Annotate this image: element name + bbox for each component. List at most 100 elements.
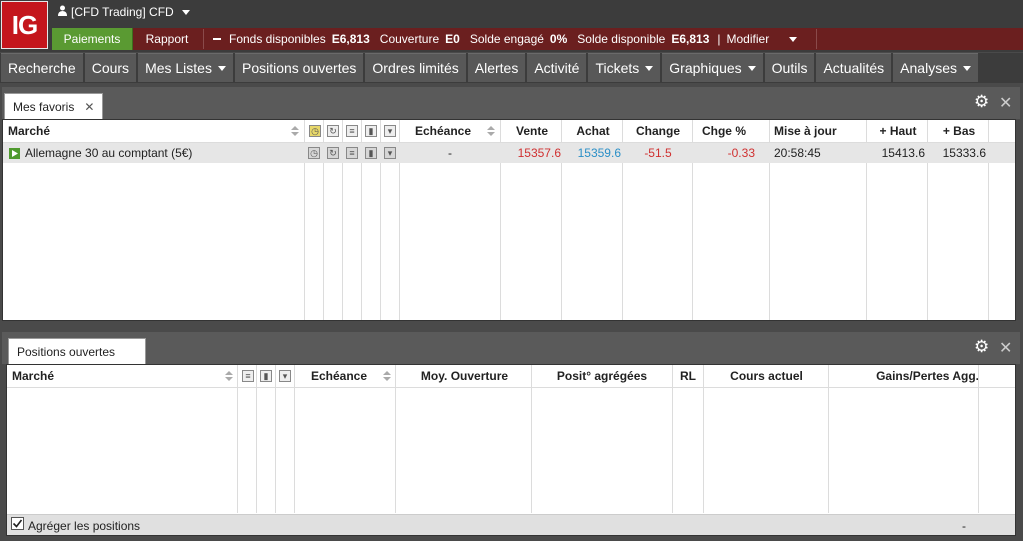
divider (203, 29, 204, 49)
tab-favorites[interactable]: Mes favoris ✕ (4, 93, 104, 119)
col-aggregated[interactable]: Posit° agrégées (532, 369, 672, 383)
nav-item-outils[interactable]: Outils (764, 53, 815, 82)
gear-icon[interactable]: ⚙ (974, 92, 989, 112)
nav-item-label: Recherche (8, 60, 76, 76)
committed-value: 0% (549, 32, 568, 46)
close-tab-icon[interactable]: ✕ (84, 100, 94, 114)
nav-item-label: Graphiques (669, 60, 742, 76)
chart-icon[interactable]: ▮ (365, 147, 377, 159)
nav-item-ordres-limit-s[interactable]: Ordres limités (365, 53, 466, 82)
aggregate-checkbox[interactable] (11, 517, 24, 530)
col-updated[interactable]: Mise à jour (774, 124, 837, 138)
divider (816, 29, 817, 49)
nav-item-cours[interactable]: Cours (84, 53, 137, 82)
chart-icon[interactable]: ▮ (260, 370, 272, 382)
account-selector[interactable]: [CFD Trading] CFD (58, 5, 190, 19)
col-expiry[interactable]: Echéance (403, 124, 483, 138)
chevron-down-icon (962, 65, 971, 71)
nav-item-label: Alertes (474, 60, 519, 76)
col-market[interactable]: Marché (8, 124, 50, 138)
alert-icon[interactable]: ◷ (309, 125, 321, 137)
account-label: [CFD Trading] CFD (71, 5, 174, 19)
available-funds-label: Fonds disponibles (229, 32, 326, 46)
col-rl[interactable]: RL (672, 369, 704, 383)
funds-summary: Fonds disponibles E6,813 Couverture E0 S… (213, 28, 798, 50)
user-icon (58, 5, 67, 19)
close-icon[interactable]: ✕ (999, 338, 1012, 358)
refresh-icon[interactable]: ↻ (327, 147, 339, 159)
close-icon[interactable]: ✕ (999, 93, 1012, 113)
main-nav: Recherche Cours Mes Listes Positions ouvert… (0, 53, 1023, 83)
gear-icon[interactable]: ⚙ (974, 337, 989, 357)
col-pnl[interactable]: Gains/Pertes Agg. (829, 369, 979, 383)
row-low: 15333.6 (942, 146, 986, 160)
committed-label: Solde engagé (469, 32, 544, 46)
chevron-down-icon (181, 9, 190, 15)
available-balance-value: E6,813 (671, 32, 710, 46)
details-icon[interactable]: ≡ (346, 125, 358, 137)
tab-label: Positions ouvertes (17, 344, 116, 359)
chevron-down-icon[interactable] (789, 36, 798, 42)
chevron-down-icon (747, 65, 756, 71)
ig-logo: IG (1, 1, 48, 49)
modify-button[interactable]: Modifier (727, 32, 770, 46)
col-change[interactable]: Change (623, 124, 693, 138)
favorites-table: Marché ◷ ↻ ≡ ▮ ▾ Echéance Vente Achat Ch… (2, 119, 1016, 321)
nav-item-label: Outils (771, 60, 808, 76)
nav-item-mes-listes[interactable]: Mes Listes (138, 53, 233, 82)
col-buy[interactable]: Achat (563, 124, 623, 138)
nav-item-tickets[interactable]: Tickets (588, 53, 661, 82)
col-market[interactable]: Marché (12, 369, 54, 383)
payments-button[interactable]: Paiements (52, 28, 133, 50)
col-current[interactable]: Cours actuel (704, 369, 829, 383)
aggregate-label[interactable]: Agréger les positions (28, 519, 140, 533)
tab-positions[interactable]: Positions ouvertes (8, 338, 146, 364)
refresh-icon[interactable]: ↻ (327, 125, 339, 137)
nav-item-activit[interactable]: Activité (527, 53, 587, 82)
details-icon[interactable]: ≡ (346, 147, 358, 159)
favorites-panel-header (2, 87, 1020, 119)
nav-item-label: Cours (91, 60, 130, 76)
details-icon[interactable]: ≡ (242, 370, 254, 382)
nav-item-positions-ouvertes[interactable]: Positions ouvertes (234, 53, 364, 82)
nav-item-graphiques[interactable]: Graphiques (662, 53, 763, 82)
positions-footer (7, 514, 1015, 535)
nav-item-alertes[interactable]: Alertes (467, 53, 526, 82)
margin-label: Couverture (379, 32, 440, 46)
dropdown-icon[interactable]: ▾ (384, 125, 396, 137)
col-change-pct[interactable]: Chge % (693, 124, 755, 138)
dropdown-icon[interactable]: ▾ (384, 147, 396, 159)
col-high[interactable]: + Haut (867, 124, 929, 138)
row-buy[interactable]: 15359.6 (562, 146, 621, 160)
nav-item-label: Tickets (595, 60, 640, 76)
row-change-pct: -0.33 (727, 146, 755, 160)
nav-item-label: Activité (534, 60, 580, 76)
row-market[interactable]: Allemagne 30 au comptant (5€) (25, 146, 192, 160)
col-sell[interactable]: Vente (501, 124, 563, 138)
footer-total: - (962, 519, 966, 533)
dropdown-icon[interactable]: ▾ (279, 370, 291, 382)
pipe-separator: | (717, 32, 721, 46)
positions-panel-header (2, 332, 1020, 364)
nav-item-actualit-s[interactable]: Actualités (816, 53, 892, 82)
positions-table: Marché ≡ ▮ ▾ Echéance Moy. Ouverture Pos… (6, 364, 1016, 536)
col-expiry[interactable]: Echéance (296, 369, 382, 383)
row-sell[interactable]: 15357.6 (501, 146, 561, 160)
nav-item-label: Positions ouvertes (241, 60, 357, 76)
nav-item-analyses[interactable]: Analyses (893, 53, 978, 82)
chevron-down-icon (645, 65, 654, 71)
available-balance-label: Solde disponible (577, 32, 666, 46)
report-button[interactable]: Rapport (136, 28, 198, 50)
alert-icon[interactable]: ◷ (308, 147, 320, 159)
chart-icon[interactable]: ▮ (365, 125, 377, 137)
play-icon[interactable] (9, 148, 20, 159)
row-change: -51.5 (644, 146, 672, 160)
chevron-down-icon (217, 65, 226, 71)
nav-item-recherche[interactable]: Recherche (1, 53, 83, 82)
col-low[interactable]: + Bas (929, 124, 989, 138)
collapse-icon[interactable] (213, 38, 221, 40)
row-expiry: - (448, 146, 452, 160)
nav-item-label: Ordres limités (372, 60, 459, 76)
nav-item-label: Actualités (823, 60, 885, 76)
col-avg-open[interactable]: Moy. Ouverture (397, 369, 532, 383)
